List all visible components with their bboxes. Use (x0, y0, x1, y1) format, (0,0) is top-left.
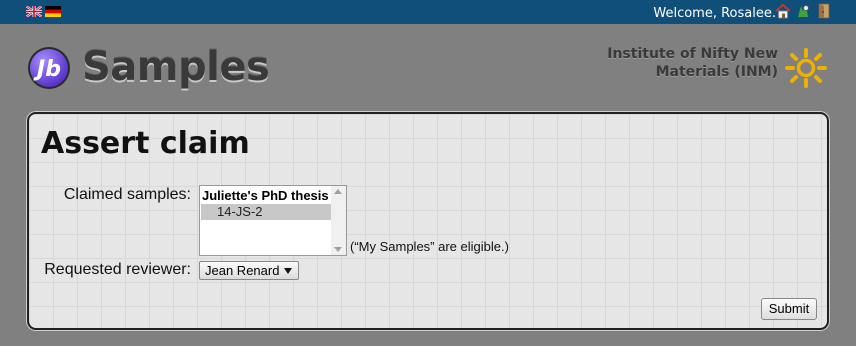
sun-logo-icon (785, 48, 827, 88)
institute-line-2: Materials (INM) (655, 64, 778, 80)
eligibility-note: (“My Samples” are eligible.) (350, 239, 509, 254)
institute-name: Institute of Nifty New Materials (INM) (607, 45, 778, 81)
welcome-text: Welcome, Rosalee. (653, 6, 776, 21)
app-logo-text: Samples (82, 44, 270, 90)
reviewer-select[interactable]: Jean Renard (199, 261, 299, 280)
institute-line-1: Institute of Nifty New (607, 46, 778, 62)
submit-button[interactable]: Submit (761, 298, 817, 320)
listbox-group-label: Juliette's PhD thesis (202, 188, 329, 203)
germany-flag-icon[interactable] (45, 6, 61, 17)
scroll-up-icon[interactable] (334, 189, 342, 194)
uk-flag-icon[interactable] (26, 6, 42, 17)
reviewer-select-value: Jean Renard (205, 263, 280, 278)
logout-icon[interactable] (815, 3, 831, 19)
top-bar: Welcome, Rosalee. (0, 0, 856, 24)
listbox-option[interactable]: 14-JS-2 (201, 204, 331, 220)
feedback-icon[interactable] (795, 3, 811, 19)
scroll-down-icon[interactable] (334, 247, 342, 252)
content-panel: Assert claim Claimed samples: Juliette's… (27, 112, 829, 330)
home-icon[interactable] (775, 3, 791, 19)
claimed-samples-listbox[interactable]: Juliette's PhD thesis 14-JS-2 (199, 185, 347, 256)
claimed-samples-label: Claimed samples: (63, 186, 191, 203)
logo-badge-text: Jb (33, 57, 61, 82)
listbox-scrollbar[interactable] (331, 186, 346, 255)
logo-icon: Jb (28, 47, 70, 89)
chevron-down-icon (284, 268, 292, 274)
page-title: Assert claim (41, 126, 250, 161)
requested-reviewer-label: Requested reviewer: (44, 261, 191, 278)
